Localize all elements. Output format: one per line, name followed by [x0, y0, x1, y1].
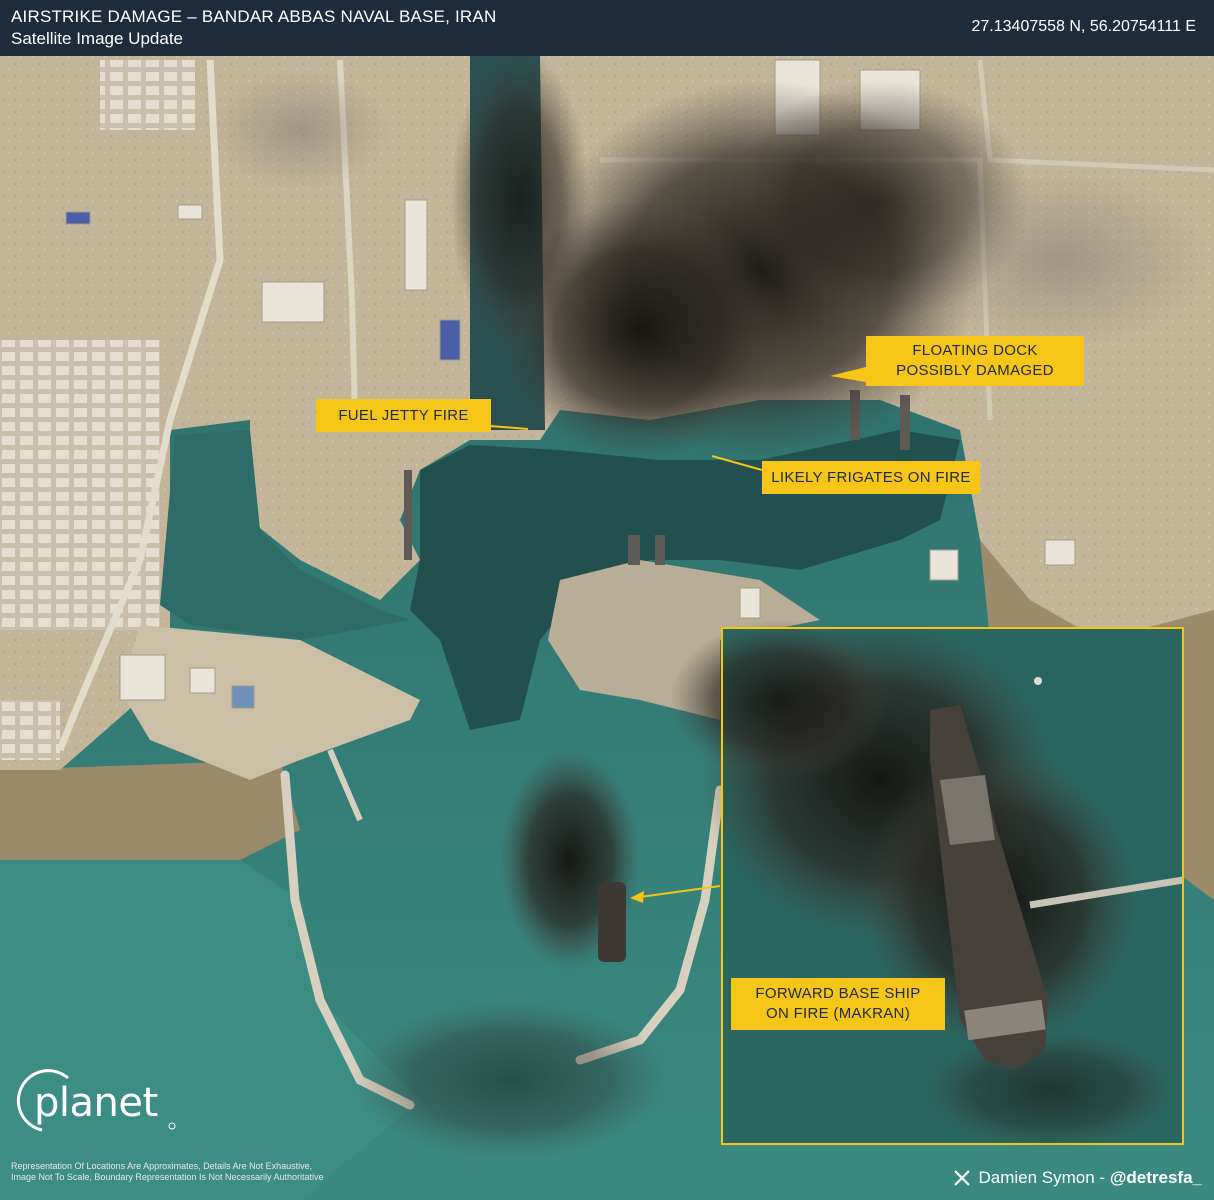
credit-handle: @detresfa_	[1109, 1168, 1202, 1187]
floating-dock-callout: FLOATING DOCK POSSIBLY DAMAGED	[866, 336, 1084, 386]
x-logo-icon	[953, 1170, 970, 1186]
inset-panel	[670, 620, 1184, 1150]
frigates-callout: LIKELY FRIGATES ON FIRE	[762, 461, 980, 494]
floating-dock-callout-line1: FLOATING DOCK	[912, 342, 1038, 359]
page-subtitle: Satellite Image Update	[11, 29, 183, 48]
floating-dock-callout-line2: POSSIBLY DAMAGED	[896, 362, 1054, 379]
residential-area-west	[0, 340, 160, 630]
satellite-image	[0, 56, 1214, 1200]
forward-base-ship-callout-line2: ON FIRE (MAKRAN)	[766, 1005, 910, 1022]
disclaimer: Representation Of Locations Are Approxim…	[11, 1161, 411, 1183]
frigates-callout-text: LIKELY FRIGATES ON FIRE	[771, 468, 971, 486]
forward-base-ship-callout: FORWARD BASE SHIP ON FIRE (MAKRAN)	[731, 978, 945, 1030]
disclaimer-line-1: Representation Of Locations Are Approxim…	[11, 1161, 313, 1171]
fuel-jetty-callout-text: FUEL JETTY FIRE	[338, 406, 469, 424]
planet-logo-text: planet	[34, 1080, 158, 1126]
residential-area-southwest	[0, 700, 60, 760]
burning-ship	[598, 882, 626, 962]
credit-name: Damien Symon -	[978, 1168, 1110, 1187]
fuel-jetty-callout: FUEL JETTY FIRE	[316, 399, 491, 432]
author-credit: Damien Symon - @detresfa_	[953, 1168, 1202, 1188]
residential-area-north	[100, 60, 195, 130]
page-title: AIRSTRIKE DAMAGE – BANDAR ABBAS NAVAL BA…	[11, 7, 497, 26]
disclaimer-line-2: Image Not To Scale, Boundary Representat…	[11, 1172, 324, 1182]
header-bar: AIRSTRIKE DAMAGE – BANDAR ABBAS NAVAL BA…	[0, 0, 1214, 56]
forward-base-ship-callout-line1: FORWARD BASE SHIP	[755, 985, 921, 1002]
coordinates-readout: 27.13407558 N, 56.20754111 E	[971, 18, 1197, 35]
